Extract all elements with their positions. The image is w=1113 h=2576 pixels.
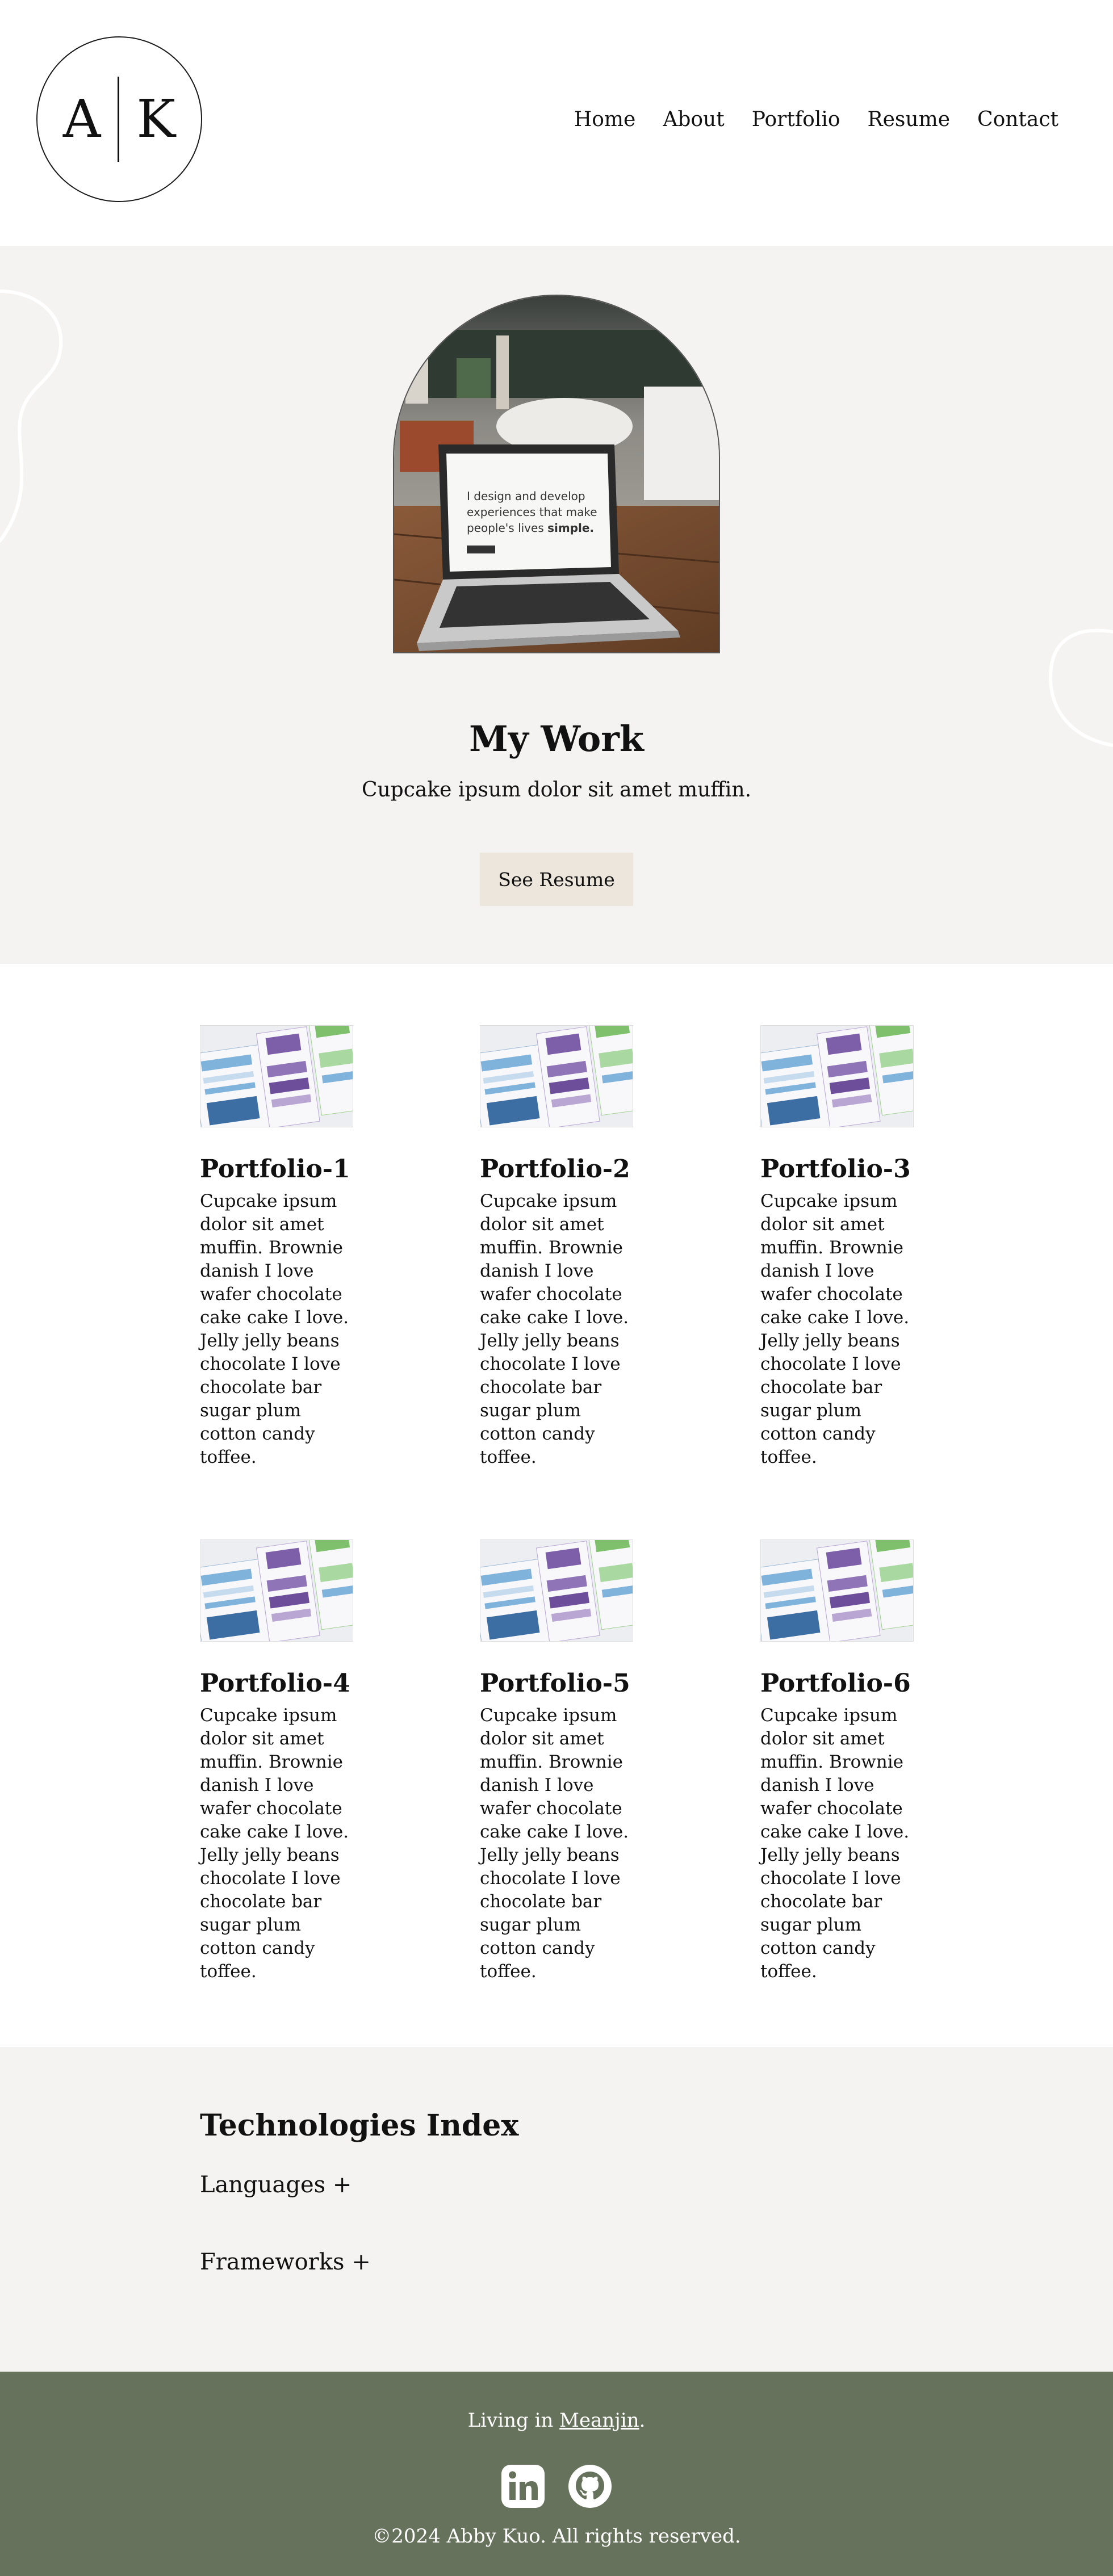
laptop-screen-line-2: experiences that make — [467, 505, 597, 519]
portfolio-thumbnail[interactable] — [760, 1025, 914, 1127]
portfolio-thumbnail[interactable] — [200, 1539, 353, 1642]
portfolio-description: Cupcake ipsum dolor sit amet muffin. Bro… — [200, 1191, 349, 1468]
portfolio-title[interactable]: Portfolio-2 — [480, 1155, 633, 1183]
portfolio-title[interactable]: Portfolio-5 — [480, 1669, 633, 1697]
frameworks-accordion[interactable]: Frameworks + — [200, 2249, 371, 2275]
portfolio-grid: Portfolio-1 Cupcake ipsum dolor sit amet… — [0, 964, 1113, 2047]
site-footer: Living in Meanjin. ©2024 Abby Kuo. All r… — [0, 2372, 1113, 2576]
meanjin-link[interactable]: Meanjin — [559, 2409, 639, 2432]
portfolio-thumbnail[interactable] — [480, 1539, 633, 1642]
portfolio-thumbnail[interactable] — [480, 1025, 633, 1127]
hero-title: My Work — [469, 718, 644, 760]
github-icon[interactable] — [567, 2464, 613, 2509]
technologies-index: Technologies Index Languages + Framework… — [0, 2047, 1113, 2372]
portfolio-title[interactable]: Portfolio-3 — [760, 1155, 914, 1183]
logo-letter-right: K — [136, 89, 176, 149]
portfolio-card-2[interactable]: Portfolio-2 Cupcake ipsum dolor sit amet… — [480, 1025, 633, 1469]
laptop-screen-line-1: I design and develop — [467, 489, 585, 503]
hero-subtitle: Cupcake ipsum dolor sit amet muffin. — [361, 778, 752, 802]
site-header: A K Home About Portfolio Resume Contact — [0, 0, 1113, 246]
portfolio-card-1[interactable]: Portfolio-1 Cupcake ipsum dolor sit amet… — [200, 1025, 353, 1469]
location-text: Living in Meanjin. — [467, 2409, 646, 2432]
linkedin-icon[interactable] — [500, 2464, 546, 2509]
nav-resume[interactable]: Resume — [868, 108, 951, 131]
portfolio-description: Cupcake ipsum dolor sit amet muffin. Bro… — [760, 1705, 910, 1982]
portfolio-description: Cupcake ipsum dolor sit amet muffin. Bro… — [480, 1705, 629, 1982]
portfolio-card-3[interactable]: Portfolio-3 Cupcake ipsum dolor sit amet… — [760, 1025, 914, 1469]
technologies-heading: Technologies Index — [200, 2108, 519, 2143]
laptop-screen-line-3: people's lives simple. — [467, 521, 594, 535]
see-resume-button[interactable]: See Resume — [480, 853, 633, 906]
logo-letter-left: A — [62, 89, 101, 149]
hero-section: I design and develop experiences that ma… — [0, 246, 1113, 964]
logo[interactable]: A K — [36, 36, 202, 202]
nav-contact[interactable]: Contact — [977, 108, 1058, 131]
social-links — [0, 2464, 1113, 2509]
laptop-photo: I design and develop experiences that ma… — [394, 296, 719, 652]
portfolio-card-4[interactable]: Portfolio-4 Cupcake ipsum dolor sit amet… — [200, 1539, 353, 1983]
portfolio-description: Cupcake ipsum dolor sit amet muffin. Bro… — [200, 1705, 349, 1982]
portfolio-thumbnail[interactable] — [200, 1025, 353, 1127]
portfolio-description: Cupcake ipsum dolor sit amet muffin. Bro… — [760, 1191, 910, 1468]
decorative-squiggle-left — [0, 290, 63, 543]
nav-portfolio[interactable]: Portfolio — [752, 108, 840, 131]
portfolio-title[interactable]: Portfolio-6 — [760, 1669, 914, 1697]
portfolio-card-6[interactable]: Portfolio-6 Cupcake ipsum dolor sit amet… — [760, 1539, 914, 1983]
nav-about[interactable]: About — [663, 108, 724, 131]
portfolio-description: Cupcake ipsum dolor sit amet muffin. Bro… — [480, 1191, 629, 1468]
portfolio-thumbnail[interactable] — [760, 1539, 914, 1642]
languages-accordion[interactable]: Languages + — [200, 2172, 352, 2198]
logo-divider — [118, 77, 120, 162]
hero-laptop-image: I design and develop experiences that ma… — [393, 295, 720, 653]
copyright-text: ©2024 Abby Kuo. All rights reserved. — [372, 2525, 741, 2548]
portfolio-title[interactable]: Portfolio-4 — [200, 1669, 353, 1697]
nav-home[interactable]: Home — [574, 108, 636, 131]
portfolio-card-5[interactable]: Portfolio-5 Cupcake ipsum dolor sit amet… — [480, 1539, 633, 1983]
portfolio-title[interactable]: Portfolio-1 — [200, 1155, 353, 1183]
main-nav: Home About Portfolio Resume Contact — [574, 108, 1058, 131]
